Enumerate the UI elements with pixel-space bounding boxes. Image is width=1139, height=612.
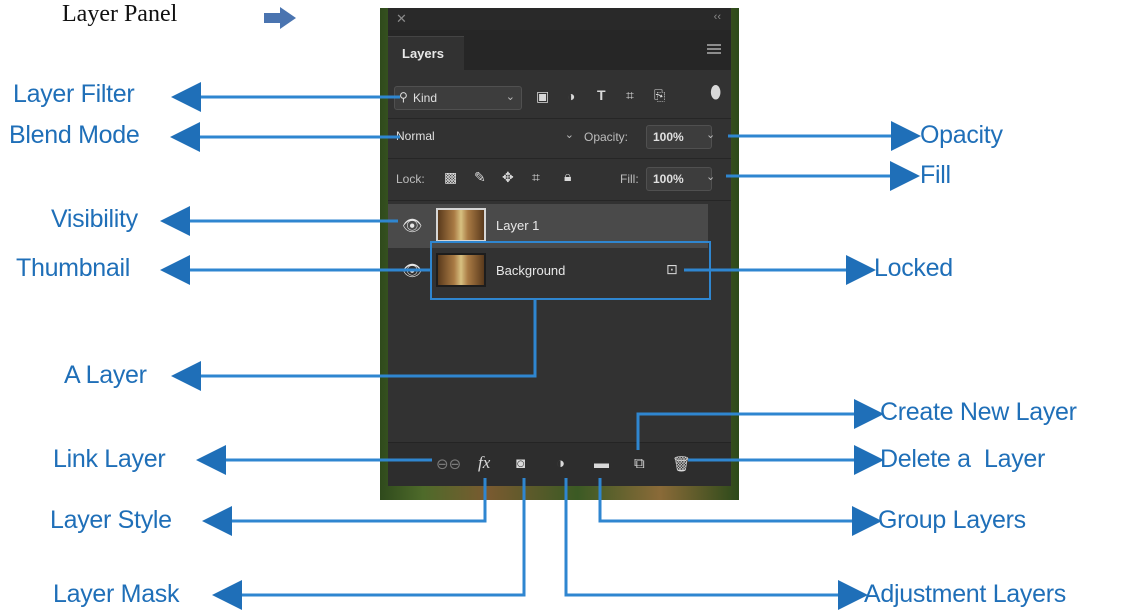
label-a-layer: A Layer <box>64 361 147 389</box>
arrow-create-new-layer <box>636 399 884 450</box>
label-layer-style: Layer Style <box>50 506 172 534</box>
arrow-layer-mask <box>212 478 526 610</box>
label-locked: Locked <box>874 254 953 282</box>
label-delete-layer: Delete a Layer <box>880 445 1046 473</box>
label-layer-mask: Layer Mask <box>53 580 180 608</box>
label-fill: Fill <box>920 161 951 189</box>
label-layer-filter: Layer Filter <box>13 80 135 108</box>
label-thumbnail: Thumbnail <box>16 254 131 282</box>
label-link-layer: Link Layer <box>53 445 166 473</box>
arrow-layer-style <box>202 478 487 536</box>
label-opacity: Opacity <box>920 121 1003 149</box>
label-group-layers: Group Layers <box>878 506 1026 534</box>
arrow-group-layers <box>598 478 882 536</box>
label-blend-mode: Blend Mode <box>9 121 140 149</box>
arrow-adjustment-layers <box>564 478 868 610</box>
label-create-new-layer: Create New Layer <box>880 398 1077 426</box>
label-adjustment-layers: Adjustment Layers <box>864 580 1066 608</box>
label-visibility: Visibility <box>51 205 138 233</box>
arrow-a-layer <box>171 300 537 391</box>
